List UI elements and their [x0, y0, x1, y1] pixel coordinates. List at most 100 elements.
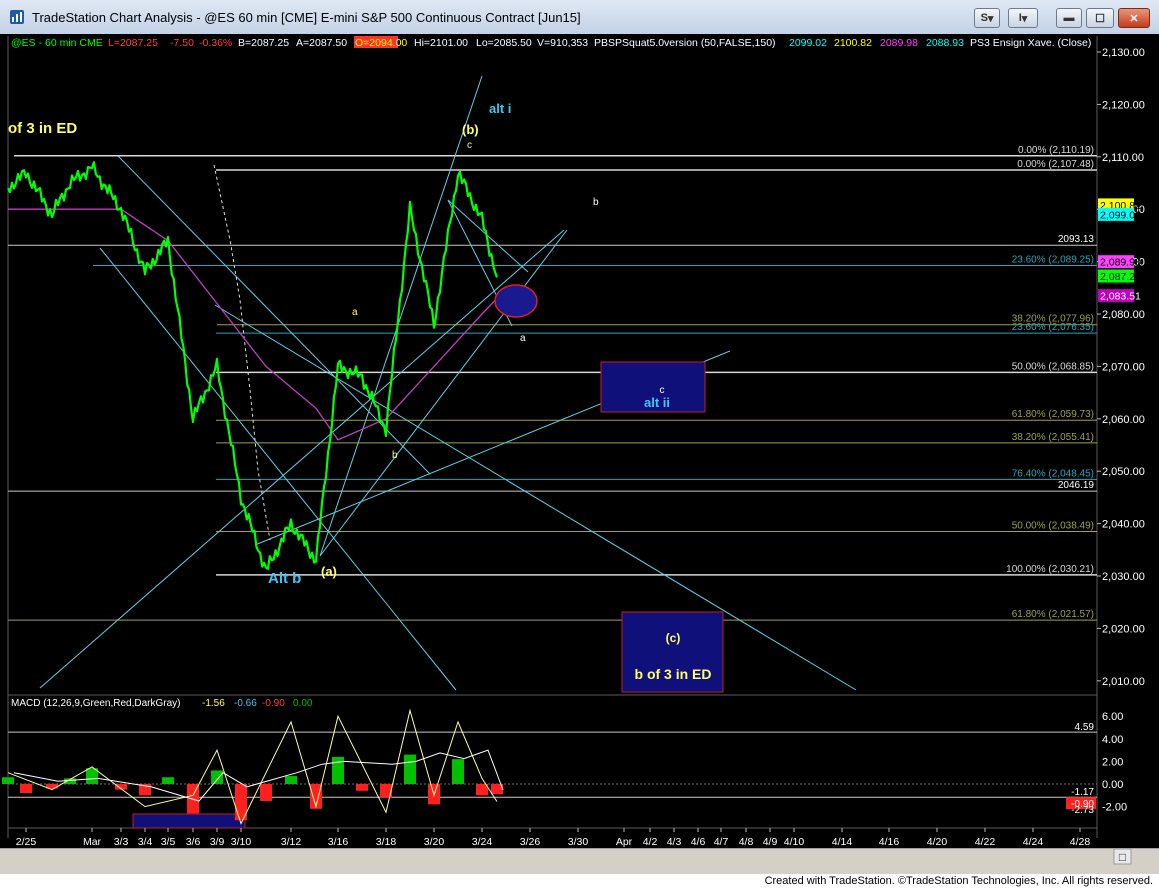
s-button[interactable]: S ▾: [974, 8, 1000, 28]
price-marker-label: 2,083.51: [1100, 291, 1141, 303]
price-axis-label: 2,110.00: [1102, 152, 1144, 164]
x-axis-label: 4/2: [643, 836, 658, 848]
status-field: 2100.82: [834, 37, 872, 49]
macd-line: [7, 708, 498, 825]
close-button[interactable]: ✕: [1118, 8, 1150, 28]
macd-histogram-bar: [2, 777, 14, 784]
target-ellipse: [494, 284, 538, 318]
i-button-label: I: [1018, 12, 1022, 24]
macd-value: 0.00: [293, 698, 313, 709]
status-field: PBSPSquat5.0version (50,FALSE,150): [594, 37, 776, 49]
s-button-label: S: [980, 12, 988, 24]
trendlines: [39, 75, 857, 691]
fib-label: 50.00% (2,038.49): [1012, 521, 1094, 532]
status-field: L=2087.25: [108, 37, 158, 49]
macd-value: -1.56: [202, 698, 225, 709]
macd-axis-label: 6.00: [1102, 711, 1123, 723]
target-box-label: (c): [666, 631, 681, 645]
x-axis-label: 4/10: [784, 836, 805, 848]
price-axis-label: 2,080.00: [1102, 309, 1145, 321]
x-axis-label: 3/10: [231, 836, 252, 848]
macd-value: -0.90: [262, 698, 285, 709]
fib-label: 0.00% (2,110.19): [1018, 145, 1094, 156]
maximize-icon: ☐: [1095, 12, 1105, 25]
trendline: [214, 304, 857, 691]
x-axis-label: 4/9: [763, 836, 778, 848]
fib-label: 61.80% (2,059.73): [1012, 409, 1094, 420]
macd-histogram-bar: [452, 759, 464, 784]
macd-level-label: 4.59: [1075, 722, 1095, 733]
fib-label: 100.00% (2,030.21): [1006, 564, 1094, 575]
macd-level-label: -2.73: [1071, 805, 1094, 816]
status-field: O=2094.00: [355, 37, 407, 49]
x-axis-label: Mar: [83, 836, 102, 848]
trendline: [99, 247, 457, 691]
price-axis-label: 2,040.00: [1102, 519, 1145, 531]
trendline: [39, 229, 565, 689]
x-axis-label: 4/16: [879, 836, 900, 848]
macd-histogram-bar: [20, 784, 32, 794]
wave-label: (b): [462, 122, 479, 137]
price-axis-label: 2,050.00: [1102, 466, 1145, 478]
status-field: A=2087.50: [296, 37, 347, 49]
macd-title: MACD (12,26,9,Green,Red,DarkGray): [11, 698, 181, 709]
macd-histogram-bar: [162, 777, 174, 784]
x-axis-label: 3/24: [472, 836, 493, 848]
price-axis-label: 2,130.00: [1102, 47, 1145, 59]
wave-label: (a): [321, 564, 337, 579]
price-marker-label: 2,087.25: [1100, 271, 1141, 283]
price-marker-label: 2,099.02: [1100, 209, 1141, 221]
x-axis-label: 4/24: [1023, 836, 1044, 848]
x-axis-label: 3/5: [161, 836, 176, 848]
fib-label: 23.60% (2,076.35): [1012, 322, 1094, 333]
macd-axis-label: 2.00: [1102, 756, 1123, 768]
title-bar: TradeStation Chart Analysis - @ES 60 min…: [0, 0, 1159, 34]
macd-histogram-bar: [356, 784, 368, 791]
fib-label: 23.60% (2,089.25): [1012, 255, 1094, 266]
x-axis-label: Apr: [616, 836, 633, 848]
status-field: Hi=2101.00: [414, 37, 468, 49]
macd-axis-label: -2.00: [1102, 802, 1127, 814]
zoom-icon: □: [1119, 850, 1126, 864]
minimize-button[interactable]: ▬: [1056, 8, 1082, 28]
status-field: 2089.98: [880, 37, 918, 49]
dotted-path: [213, 164, 271, 541]
price-axis-label: 2,070.00: [1102, 361, 1145, 373]
x-axis-label: 4/22: [975, 836, 996, 848]
wave-label: b: [392, 450, 398, 461]
maximize-button[interactable]: ☐: [1086, 8, 1114, 28]
tradestation-app-icon: [10, 10, 24, 24]
status-field: @ES - 60 min CME: [11, 37, 103, 49]
x-axis-label: 3/4: [138, 836, 153, 848]
fib-label: 50.00% (2,068.85): [1012, 361, 1094, 372]
macd-histogram-bar: [211, 770, 223, 784]
i-button[interactable]: I ▾: [1008, 8, 1038, 28]
x-axis-label: 3/12: [281, 836, 302, 848]
macd-value: -0.66: [234, 698, 257, 709]
price-axis-label: 2,010.00: [1102, 676, 1145, 688]
macd-histogram-bar: [332, 756, 344, 784]
status-field: 2088.93: [926, 37, 964, 49]
fib-label: 76.40% (2,048.45): [1012, 468, 1094, 479]
trendline: [319, 75, 483, 557]
macd-histogram-bar: [285, 776, 297, 784]
status-field: 2099.02: [789, 37, 827, 49]
target-box-label: alt ii: [644, 395, 670, 410]
macd-box: [132, 813, 246, 829]
x-axis-label: 3/18: [376, 836, 397, 848]
fib-label: 61.80% (2,021.57): [1012, 609, 1094, 620]
wave-label: a: [352, 307, 358, 318]
price-marker-label: 2,089.98: [1100, 257, 1141, 269]
x-axis-label: 3/6: [186, 836, 201, 848]
x-axis-label: 4/3: [667, 836, 682, 848]
fib-label: 0.00% (2,107.48): [1017, 159, 1094, 170]
x-axis-label: 4/6: [691, 836, 706, 848]
minimize-icon: ▬: [1063, 12, 1075, 24]
x-axis-label: 3/30: [568, 836, 589, 848]
fib-label: 38.20% (2,055.41): [1012, 432, 1094, 443]
wave-label: b: [593, 197, 599, 208]
status-field: -7.50: [170, 37, 194, 49]
status-field: PS3 Ensign Xave. (Close): [970, 37, 1091, 49]
wave-label: c: [467, 140, 472, 151]
x-axis-label: 4/8: [739, 836, 754, 848]
